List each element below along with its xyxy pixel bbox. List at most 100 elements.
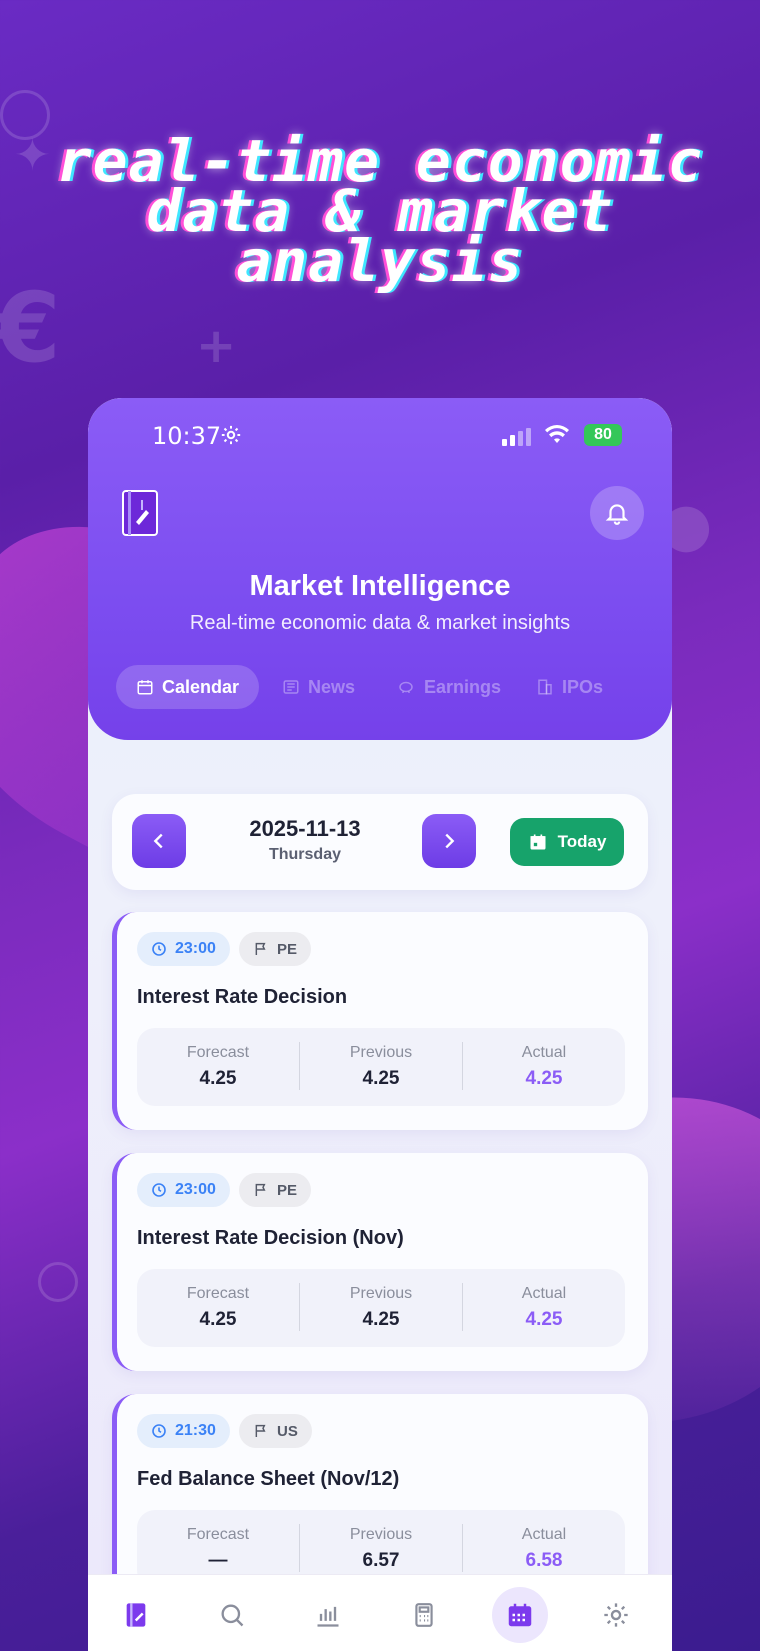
tab-calendar[interactable]: Calendar [116,665,260,709]
tab-label: News [308,676,356,697]
event-title: Fed Balance Sheet (Nov/12) [137,1468,400,1490]
tab-bar: Calendar News Earnings IPOs [116,665,656,709]
event-title: Interest Rate Decision [137,986,348,1008]
signal-icon [502,428,531,446]
calculator-icon [415,1603,433,1627]
actual-value: 4.25 [525,1068,563,1089]
calendar-icon [530,834,546,850]
settings-icon [604,1603,628,1627]
app-subtitle: Real-time economic data & market insight… [189,612,571,634]
forecast-value: 4.25 [199,1309,237,1330]
forecast-label: Forecast [186,1044,250,1061]
next-day-button[interactable] [422,814,476,868]
event-title: Interest Rate Decision (Nov) [137,1227,404,1249]
actual-label: Actual [521,1285,567,1302]
flag-icon [255,1424,266,1437]
event-time-badge: 23:00 [137,932,230,966]
forecast-value: 4.25 [199,1068,237,1089]
phone-screen: 10:37 80 Market Intelligence Real-time e… [88,398,672,1651]
event-time-badge: 21:30 [137,1414,230,1448]
actual-value: 4.25 [525,1309,563,1330]
app-header: 10:37 80 Market Intelligence Real-time e… [88,398,672,740]
previous-stat: Previous 4.25 [300,1269,462,1347]
previous-stat: Previous 4.25 [300,1028,462,1106]
tab-label: IPOs [562,676,604,697]
clock-icon [152,1424,166,1438]
newspaper-icon [283,680,299,694]
nav-charts[interactable] [300,1587,356,1643]
event-country: PE [277,940,298,958]
actual-label: Actual [521,1526,567,1543]
search-icon [221,1604,244,1627]
tab-earnings[interactable]: Earnings [396,665,501,709]
notebook-icon [126,1603,146,1627]
event-time-badge: 23:00 [137,1173,230,1207]
nav-notebook[interactable] [108,1587,164,1643]
previous-value: 4.25 [362,1068,400,1089]
status-time: 10:37 [152,422,222,450]
event-stats: Forecast 4.25 Previous 4.25 Actual 4.25 [137,1269,625,1347]
calendar-grid-icon [508,1603,532,1627]
status-bar: 10:37 80 [152,422,622,454]
tab-ipos[interactable]: IPOs [536,665,603,709]
background-circle [38,1262,78,1302]
today-button[interactable]: Today [510,818,624,866]
battery-level: 80 [594,426,612,443]
tab-label: Earnings [424,676,502,697]
date-navigator: 2025-11-13 Thursday Today [112,794,648,890]
previous-value: 6.57 [362,1550,400,1571]
today-label: Today [557,832,607,851]
event-country-badge: PE [239,1173,312,1207]
forecast-value: — [208,1550,228,1571]
chevron-left-icon [153,833,163,849]
event-time: 21:30 [175,1422,216,1439]
bell-icon [605,504,629,525]
tab-label: Calendar [162,676,240,697]
current-date: 2025-11-13 [249,816,361,841]
actual-label: Actual [521,1044,567,1061]
event-time: 23:00 [175,940,216,957]
event-country: PE [277,1181,298,1199]
plus-icon: + [196,318,237,374]
wifi-icon [544,424,570,453]
battery-indicator: 80 [584,424,622,446]
clock-icon [152,942,166,956]
forecast-label: Forecast [186,1285,250,1302]
event-country-badge: PE [239,932,312,966]
flag-icon [255,1183,266,1196]
notifications-button[interactable] [590,486,644,540]
actual-stat: Actual 4.25 [463,1269,625,1347]
event-country: US [277,1422,298,1440]
forecast-stat: Forecast 4.25 [137,1028,299,1106]
event-country-badge: US [239,1414,312,1448]
previous-label: Previous [349,1044,413,1061]
nav-calculator[interactable] [396,1587,452,1643]
chevron-right-icon [445,833,455,849]
bar-chart-icon [317,1606,339,1627]
previous-label: Previous [349,1285,413,1302]
building-icon [538,679,552,695]
clock-icon [152,1183,166,1197]
event-stats: Forecast 4.25 Previous 4.25 Actual 4.25 [137,1028,625,1106]
previous-label: Previous [349,1526,413,1543]
calendar-icon [137,680,153,695]
previous-day-button[interactable] [132,814,186,868]
nav-settings[interactable] [588,1587,644,1643]
actual-stat: Actual 4.25 [463,1028,625,1106]
event-card[interactable]: 23:00 PE Interest Rate Decision Forecast… [112,912,648,1130]
tab-news[interactable]: News [282,665,355,709]
promo-headline: real-time economic data & market analysi… [56,127,704,295]
gear-icon [220,424,242,453]
event-card[interactable]: 23:00 PE Interest Rate Decision (Nov) Fo… [112,1153,648,1371]
previous-value: 4.25 [362,1309,400,1330]
forecast-stat: Forecast 4.25 [137,1269,299,1347]
nav-calendar[interactable] [492,1587,548,1643]
bottom-navigation [88,1574,672,1651]
app-title: Market Intelligence [249,570,511,602]
nav-search[interactable] [204,1587,260,1643]
piggy-bank-icon [399,681,413,693]
actual-value: 6.58 [525,1550,563,1571]
flag-icon [255,942,266,955]
euro-icon: € [0,272,61,384]
app-logo-icon [122,490,160,541]
